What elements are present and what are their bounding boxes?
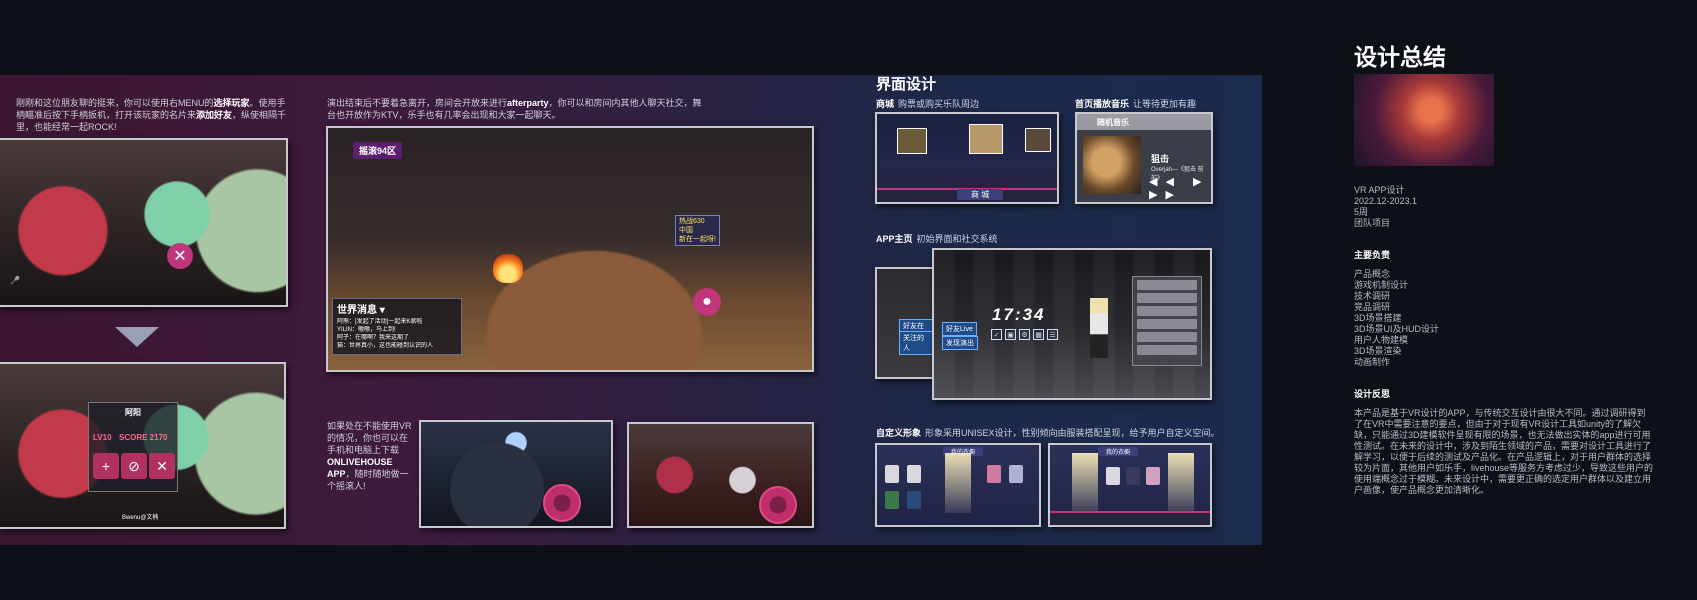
duties-title: 主要负责 xyxy=(1354,250,1391,260)
project-meta: VR APP设计 2022.12-2023.1 5周 团队项目 xyxy=(1354,185,1418,228)
player-card-screenshot: 阿阳 LV10 SCORE 2170 + ⊘ ✕ Bwenu@文楠 xyxy=(0,362,286,529)
shop-bottom-bar: 商 城 xyxy=(877,188,1057,202)
chat-line: 猫：世界真小，这也能碰到认识的人 xyxy=(337,343,434,349)
spotlight xyxy=(1072,453,1098,513)
player-name: 阿阳 xyxy=(125,408,141,417)
merch-item[interactable] xyxy=(1025,128,1051,152)
chat-line: YILIN：嗷嗷，马上到! xyxy=(337,327,396,333)
clothing-item[interactable] xyxy=(885,491,899,509)
close-circle-icon[interactable]: ✕ xyxy=(167,243,193,269)
bag-icon[interactable]: ▣ xyxy=(1005,329,1016,340)
friend-row[interactable] xyxy=(1137,293,1197,303)
music-player-screenshot: 随机音乐 狙击 Overjah—《狙击 前前》 ◀◀ ▶ ▶▶ xyxy=(1075,112,1213,204)
chat-line: 阿子：在哪啊？我来这期了 xyxy=(337,335,410,341)
clothing-item[interactable] xyxy=(987,465,1001,483)
afterparty-description: 演出结束后不要着急离开，房间会开放来进行afterparty，你可以和房间内其他… xyxy=(327,98,702,120)
shop-button[interactable]: 商 城 xyxy=(957,189,1004,200)
merch-item[interactable] xyxy=(897,128,927,154)
check-icon[interactable]: ✓ xyxy=(991,329,1002,340)
friend-row[interactable] xyxy=(1137,306,1197,316)
player-level: LV10 xyxy=(93,433,112,442)
interaction-wheel-icon[interactable]: ● xyxy=(693,288,721,316)
campfire xyxy=(493,253,523,283)
emote-wheel-icon[interactable] xyxy=(543,484,581,522)
side-tag[interactable]: 关注的人 xyxy=(899,331,933,355)
close-card-button[interactable]: ✕ xyxy=(149,453,175,479)
app-home-screenshot: 17:34 好友Live 发现演出 ✓ ▣ ⚙ ▦ ☰ xyxy=(932,248,1212,400)
home-tag[interactable]: 好友Live xyxy=(942,322,977,336)
world-chat-panel[interactable]: 世界消息 ▾ 阿熊：[发起了活动]一起来K歌啦 YILIN：嗷嗷，马上到! 阿子… xyxy=(332,298,462,355)
clothing-item[interactable] xyxy=(885,465,899,483)
chat-line: 阿熊：[发起了活动]一起来K歌啦 xyxy=(337,319,423,325)
wardrobe-tab[interactable]: 我的衣橱 xyxy=(1098,447,1139,456)
shop-screenshot: 商 城 xyxy=(875,112,1059,204)
arrow-down-icon xyxy=(115,327,159,347)
clothing-item[interactable] xyxy=(907,491,921,509)
clothing-item[interactable] xyxy=(1009,465,1023,483)
spotlight xyxy=(1168,453,1194,513)
playback-controls[interactable]: ◀◀ ▶ ▶▶ xyxy=(1149,175,1211,201)
concert-screenshot-2 xyxy=(627,422,814,528)
duties-list: 产品概念 游戏机制设计 技术调研 竞品调研 3D场景搭建 3D场景UI及HUD设… xyxy=(1354,269,1440,367)
music-caption: 首页播放音乐 让等待更加有趣 xyxy=(1075,99,1197,109)
friend-list[interactable] xyxy=(1132,276,1202,366)
spotlight xyxy=(945,453,971,513)
add-friend-button[interactable]: + xyxy=(93,453,119,479)
clock: 17:34 xyxy=(992,305,1046,324)
avatar-editor-screenshot-1: 我的衣橱 xyxy=(875,443,1041,527)
ui-design-title: 界面设计 xyxy=(876,76,937,93)
avatar-editor-screenshot-2: 我的衣橱 xyxy=(1048,443,1212,527)
settings-icon[interactable]: ⚙ xyxy=(1019,329,1030,340)
menu-icon[interactable]: ☰ xyxy=(1047,329,1058,340)
merch-item[interactable] xyxy=(969,124,1003,154)
room-tag: 摇滚94区 xyxy=(353,142,403,159)
select-player-description: 刚刚和这位朋友聊的挺来，你可以使用右MENU的选择玩家。使用手柄瞄准后按下手柄扳… xyxy=(16,98,287,132)
clothing-item[interactable] xyxy=(1126,467,1140,485)
friend-row[interactable] xyxy=(1137,280,1197,290)
chat-title: 世界消息 ▾ xyxy=(337,305,385,316)
player-score: SCORE 2170 xyxy=(119,433,168,442)
music-header: 随机音乐 xyxy=(1077,114,1211,130)
album-art xyxy=(1083,136,1141,194)
avatar-figure xyxy=(1090,298,1108,358)
player-card: 阿阳 LV10 SCORE 2170 + ⊘ ✕ xyxy=(88,402,178,492)
friend-row[interactable] xyxy=(1137,345,1197,355)
clothing-item[interactable] xyxy=(1106,467,1120,485)
home-back-screenshot: 好友在线 关注的人 xyxy=(875,267,935,379)
emote-wheel-icon[interactable] xyxy=(759,486,797,524)
summary-title: 设计总结 xyxy=(1354,44,1446,70)
clothing-item[interactable] xyxy=(907,465,921,483)
home-caption: APP主页 初始界面和社交系统 xyxy=(876,234,998,244)
select-player-screenshot: ✕ 🎤 xyxy=(0,138,288,307)
block-button[interactable]: ⊘ xyxy=(121,453,147,479)
avatar-bottom-bar xyxy=(1050,511,1210,525)
avatar-caption: 自定义形象 形象采用UNISEX设计，性别倾向由服装搭配呈现，给予用户自定义空间。 xyxy=(876,428,1220,438)
shop-caption: 商城 购票或购买乐队周边 xyxy=(876,99,980,109)
reflection-title: 设计反思 xyxy=(1354,389,1391,399)
friend-row[interactable] xyxy=(1137,319,1197,329)
concert-screenshot-1 xyxy=(419,420,613,528)
user-tag: 热战630 中国 新在一起呀! xyxy=(675,215,720,246)
mic-icon: 🎤 xyxy=(10,276,20,285)
watermark: Bwenu@文楠 xyxy=(122,515,159,521)
portfolio-page: 刚刚和这位朋友聊的挺来，你可以使用右MENU的选择玩家。使用手柄瞄准后按下手柄扳… xyxy=(0,0,1697,600)
reflection-text: 本产品是基于VR设计的APP，与传统交互设计由很大不同。通过调研得到了在VR中需… xyxy=(1354,408,1654,495)
quick-icons: ✓ ▣ ⚙ ▦ ☰ xyxy=(991,329,1058,340)
friend-row[interactable] xyxy=(1137,332,1197,342)
home-tag[interactable]: 发现演出 xyxy=(942,336,978,350)
offline-description: 如果处在不能使用VR的情况，你也可以在手机和电脑上下载ONLIVEHOUSE A… xyxy=(327,421,412,491)
clothing-item[interactable] xyxy=(1146,467,1160,485)
summary-image xyxy=(1354,74,1494,166)
grid-icon[interactable]: ▦ xyxy=(1033,329,1044,340)
afterparty-screenshot: 摇滚94区 热战630 中国 新在一起呀! ● 世界消息 ▾ 阿熊：[发起了活动… xyxy=(326,126,814,372)
